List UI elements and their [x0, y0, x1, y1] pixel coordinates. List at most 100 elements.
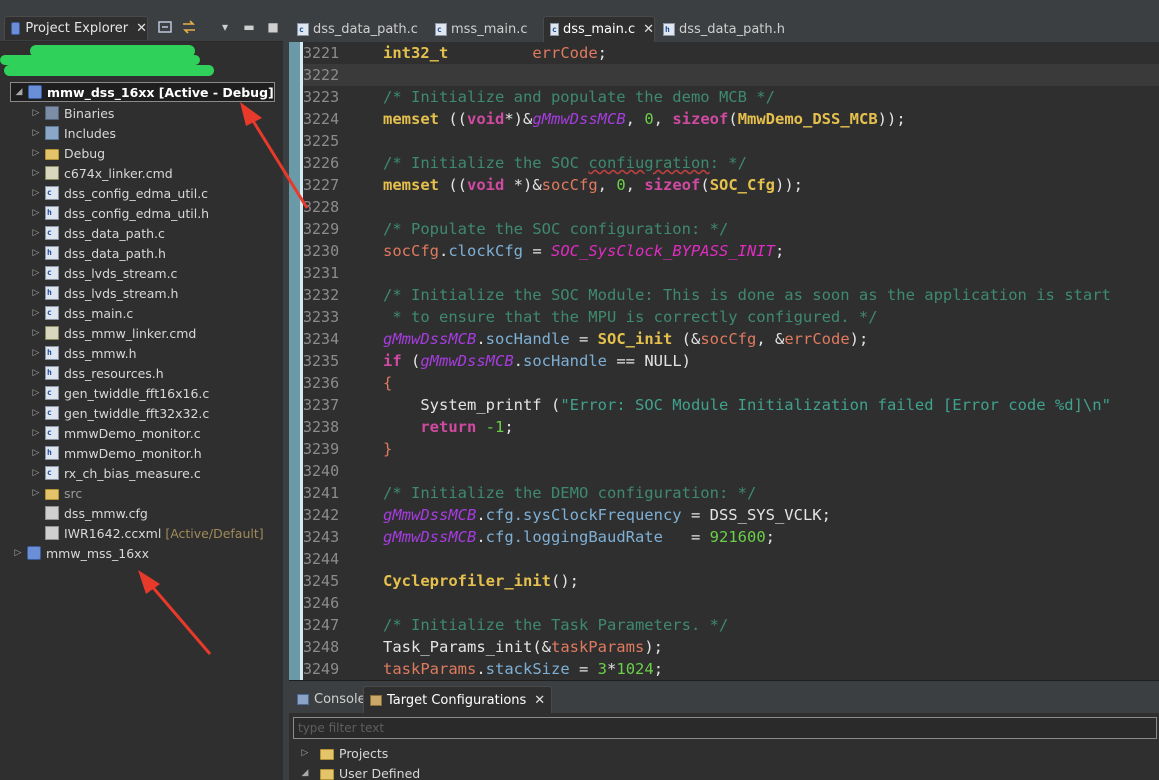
c-file-icon: c: [45, 466, 59, 480]
chevron-right-icon[interactable]: ▷: [30, 348, 42, 358]
tree-item[interactable]: ▷ c gen_twiddle_fft16x16.c: [0, 383, 283, 403]
close-icon[interactable]: ✕: [534, 693, 545, 708]
tree-item[interactable]: ▷ Binaries: [0, 103, 283, 123]
project-explorer-toolbar: ▾ ▬ ■: [156, 18, 282, 36]
tree-item[interactable]: IWR1642.ccxml [Active/Default]: [0, 523, 283, 543]
tab-console[interactable]: Console: [291, 686, 372, 713]
line-number: 3229: [303, 220, 340, 238]
code-editor[interactable]: 3221 int32_t errCode; 3222 3223/* Initial…: [289, 42, 1159, 680]
tab-project-explorer[interactable]: Project Explorer ✕: [4, 16, 148, 40]
tree-item-label: dss_data_path.h: [64, 245, 166, 261]
chevron-down-icon[interactable]: ◢: [13, 87, 25, 97]
line-number: 3223: [303, 88, 340, 106]
tree-item-label: gen_twiddle_fft32x32.c: [64, 405, 210, 421]
line-number: 3237: [303, 396, 340, 414]
tree-item[interactable]: ▷ c mmwDemo_monitor.c: [0, 423, 283, 443]
code-line: 3245 Cycleprofiler_init();: [303, 572, 579, 590]
code-line-current: 3222: [303, 64, 1159, 86]
chevron-right-icon[interactable]: ▷: [299, 748, 311, 758]
close-icon[interactable]: ✕: [643, 22, 654, 37]
tab-project-explorer-label: Project Explorer: [25, 21, 129, 36]
minimize-icon[interactable]: ▬: [240, 18, 258, 36]
tree-item-label: dss_lvds_stream.h: [64, 285, 179, 301]
chevron-right-icon[interactable]: ▷: [30, 128, 42, 138]
chevron-right-icon[interactable]: ▷: [30, 468, 42, 478]
h-file-icon: h: [45, 206, 59, 220]
chevron-right-icon[interactable]: ▷: [30, 148, 42, 158]
tree-item[interactable]: ▷ h dss_lvds_stream.h: [0, 283, 283, 303]
bottom-panel: Console Target Configurations ✕ type fil…: [289, 680, 1159, 780]
tree-item[interactable]: ▷ c dss_config_edma_util.c: [0, 183, 283, 203]
chevron-right-icon[interactable]: ▷: [30, 248, 42, 258]
chevron-right-icon[interactable]: ▷: [30, 208, 42, 218]
chevron-right-icon[interactable]: ▷: [30, 488, 42, 498]
line-number: 3243: [303, 528, 340, 546]
top-strip: [289, 0, 1159, 12]
chevron-right-icon[interactable]: ▷: [30, 228, 42, 238]
h-file-icon: h: [45, 346, 59, 360]
filter-input[interactable]: type filter text: [293, 717, 1157, 739]
tree-item[interactable]: ▷ Includes: [0, 123, 283, 143]
tree-item[interactable]: ▷ c dss_lvds_stream.c: [0, 263, 283, 283]
tree-item[interactable]: ▷ h dss_mmw.h: [0, 343, 283, 363]
tab-dss-data-path-h[interactable]: h dss_data_path.h: [657, 16, 797, 42]
chevron-right-icon[interactable]: ▷: [30, 188, 42, 198]
tree-item[interactable]: ▷ mmw_mss_16xx: [0, 543, 283, 563]
chevron-right-icon[interactable]: ▷: [30, 328, 42, 338]
tree-item[interactable]: ▷ h dss_data_path.h: [0, 243, 283, 263]
project-explorer-tabbar: Project Explorer ✕ ▾ ▬ ■: [0, 12, 283, 42]
tree-item[interactable]: dss_mmw.cfg: [0, 503, 283, 523]
tab-mss-main-c[interactable]: c mss_main.c: [429, 16, 541, 42]
tree-item[interactable]: ▷ h dss_config_edma_util.h: [0, 203, 283, 223]
tree-item-label: dss_mmw_linker.cmd: [64, 325, 197, 341]
tree-item[interactable]: ▷ c gen_twiddle_fft32x32.c: [0, 403, 283, 423]
tree-item-label: dss_data_path.c: [64, 225, 165, 241]
tree-item-label: mmw_mss_16xx: [46, 545, 149, 561]
tree-item-user-defined[interactable]: ◢ User Defined: [299, 763, 421, 780]
maximize-icon[interactable]: ■: [264, 18, 282, 36]
cmd-file-icon: [45, 166, 59, 180]
link-with-editor-icon[interactable]: [180, 18, 198, 36]
chevron-right-icon[interactable]: ▷: [30, 408, 42, 418]
tree-item[interactable]: ▷ h mmwDemo_monitor.h: [0, 443, 283, 463]
tree-item-label: mmw_dss_16xx [Active - Debug]: [47, 84, 274, 100]
chevron-right-icon[interactable]: ▷: [30, 168, 42, 178]
chevron-right-icon[interactable]: ▷: [30, 268, 42, 278]
tree-item-label: dss_resources.h: [64, 365, 164, 381]
chevron-right-icon[interactable]: ▷: [30, 428, 42, 438]
tree-item-projects[interactable]: ▷ Projects: [299, 743, 389, 763]
tab-label: Console: [314, 692, 366, 707]
chevron-right-icon[interactable]: ▷: [30, 368, 42, 378]
code-line: 3223/* Initialize and populate the demo …: [303, 88, 775, 106]
tab-dss-main-c[interactable]: c dss_main.c ✕: [543, 16, 655, 42]
code-line: 3221 int32_t errCode;: [303, 44, 607, 62]
chevron-right-icon[interactable]: ▷: [30, 448, 42, 458]
tree-item[interactable]: ▷ h dss_resources.h: [0, 363, 283, 383]
tree-item[interactable]: ▷ c dss_main.c: [0, 303, 283, 323]
chevron-right-icon[interactable]: ▷: [30, 388, 42, 398]
close-icon[interactable]: ✕: [136, 21, 147, 36]
code-line: 3246: [303, 592, 1159, 614]
tree-item[interactable]: ▷ c674x_linker.cmd: [0, 163, 283, 183]
tree-item[interactable]: ▷ Debug: [0, 143, 283, 163]
tree-item[interactable]: ▷ c rx_ch_bias_measure.c: [0, 463, 283, 483]
chevron-right-icon[interactable]: ▷: [12, 548, 24, 558]
line-number: 3235: [303, 352, 340, 370]
tree-item[interactable]: ▷ c dss_data_path.c: [0, 223, 283, 243]
tab-target-configurations[interactable]: Target Configurations ✕: [363, 686, 553, 713]
tree-item[interactable]: ▷ dss_mmw_linker.cmd: [0, 323, 283, 343]
tab-dss-data-path-c[interactable]: c dss_data_path.c: [291, 16, 425, 42]
code-line: 3249 taskParams.stackSize = 3*1024;: [303, 660, 664, 678]
chevron-right-icon[interactable]: ▷: [30, 308, 42, 318]
tree-item[interactable]: ◢ mmw_dss_16xx [Active - Debug]: [10, 82, 275, 102]
line-number: 3246: [303, 594, 340, 612]
view-menu-icon[interactable]: ▾: [216, 18, 234, 36]
code-line: 3227 memset ((void *)&socCfg, 0, sizeof(S…: [303, 176, 804, 194]
chevron-down-icon[interactable]: ◢: [299, 768, 311, 778]
tab-label: mss_main.c: [451, 21, 528, 37]
chevron-right-icon[interactable]: ▷: [30, 288, 42, 298]
chevron-right-icon[interactable]: ▷: [30, 108, 42, 118]
tree-item[interactable]: ▷ src: [0, 483, 283, 503]
collapse-all-icon[interactable]: [156, 18, 174, 36]
c-file-icon: c: [45, 266, 59, 280]
